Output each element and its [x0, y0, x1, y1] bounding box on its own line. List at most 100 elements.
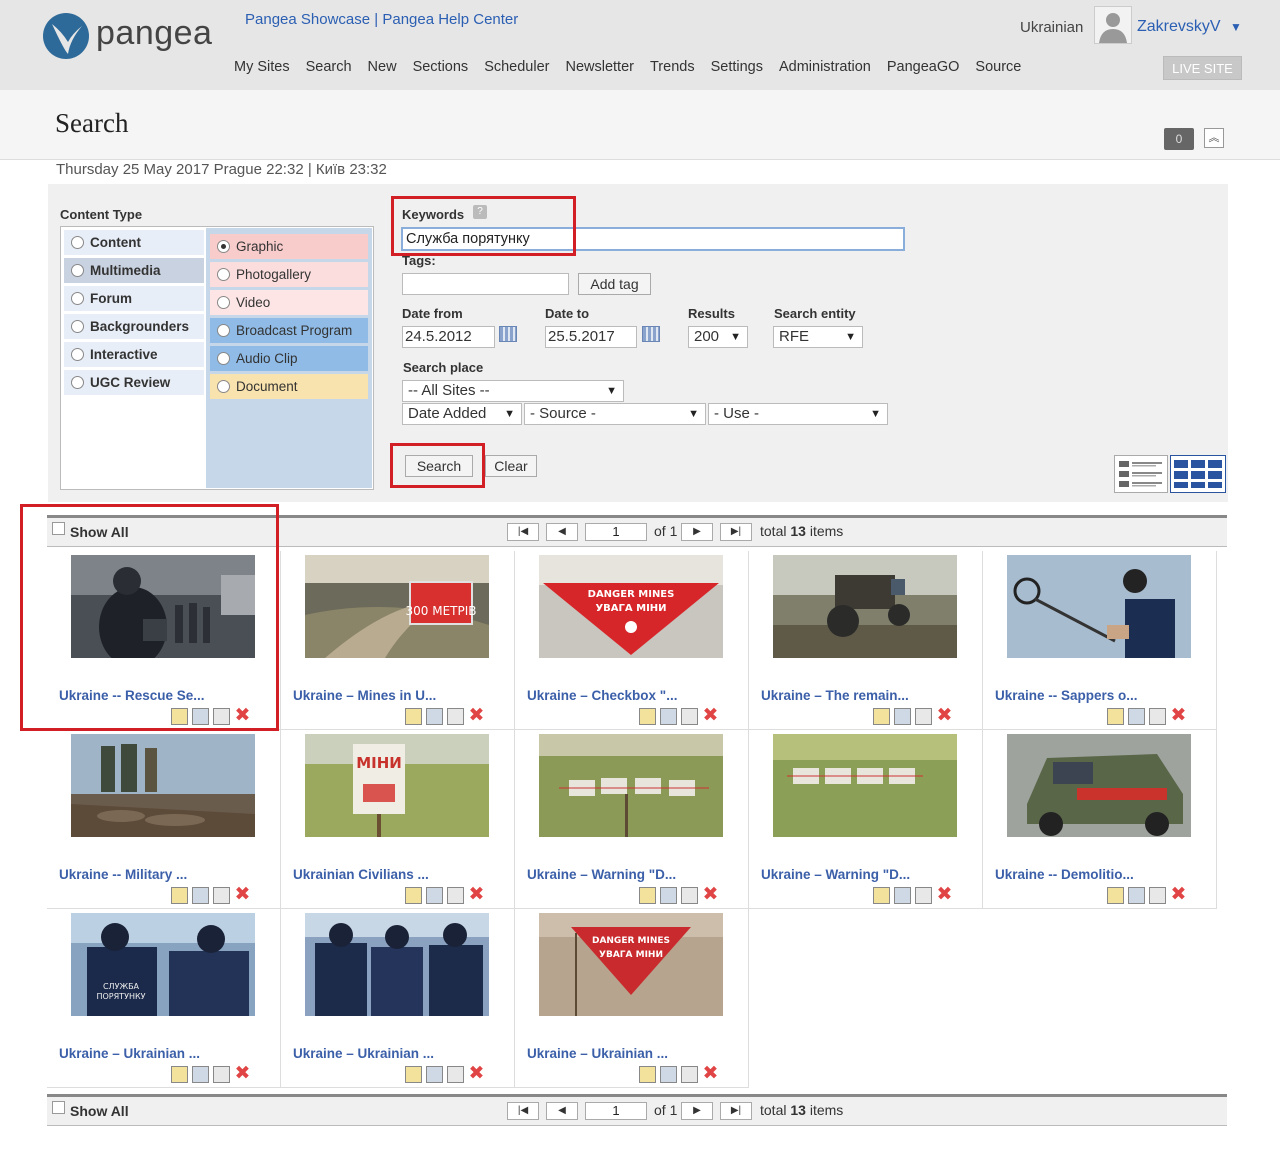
- nav-settings[interactable]: Settings: [711, 59, 763, 75]
- source-select[interactable]: - Source - ▼: [524, 403, 706, 425]
- preview-icon[interactable]: [192, 1066, 209, 1083]
- date-from-input[interactable]: 24.5.2012: [402, 326, 495, 348]
- language-selector[interactable]: Ukrainian: [1020, 19, 1083, 36]
- list-view-icon[interactable]: [1114, 455, 1168, 493]
- delete-icon[interactable]: ✖: [234, 885, 251, 904]
- grid-view-icon[interactable]: [1170, 455, 1226, 493]
- result-title[interactable]: Ukraine -- Sappers o...: [995, 688, 1138, 703]
- username[interactable]: ZakrevskyV: [1137, 18, 1221, 36]
- delete-icon[interactable]: ✖: [702, 706, 719, 725]
- result-thumbnail[interactable]: [305, 913, 489, 1016]
- history-icon[interactable]: [1149, 887, 1166, 904]
- result-thumbnail[interactable]: [539, 734, 723, 837]
- nav-search[interactable]: Search: [306, 59, 352, 75]
- result-card[interactable]: Ukraine – Warning "D... ✖: [515, 730, 749, 909]
- avatar[interactable]: [1094, 6, 1132, 44]
- result-card[interactable]: МІНИ Ukrainian Civilians ... ✖: [281, 730, 515, 909]
- history-icon[interactable]: [447, 708, 464, 725]
- live-site-button[interactable]: LIVE SITE: [1163, 56, 1242, 80]
- prev-page-icon[interactable]: ◀: [546, 1102, 578, 1120]
- preview-icon[interactable]: [192, 887, 209, 904]
- edit-icon[interactable]: [171, 1066, 188, 1083]
- edit-icon[interactable]: [1107, 708, 1124, 725]
- result-title[interactable]: Ukraine -- Demolitio...: [995, 867, 1134, 882]
- first-page-icon[interactable]: |◀: [507, 523, 539, 541]
- result-thumbnail[interactable]: [773, 555, 957, 658]
- counter-badge[interactable]: 0: [1164, 128, 1194, 150]
- page-input[interactable]: 1: [585, 523, 647, 541]
- calendar-icon[interactable]: [499, 326, 517, 342]
- nav-source[interactable]: Source: [975, 59, 1021, 75]
- delete-icon[interactable]: ✖: [468, 706, 485, 725]
- tags-input[interactable]: [402, 273, 569, 295]
- result-card[interactable]: DANGER MINES УВАГА МІНИ Ukraine – Ukrainia…: [515, 909, 749, 1088]
- delete-icon[interactable]: ✖: [468, 1064, 485, 1083]
- edit-icon[interactable]: [639, 887, 656, 904]
- subtype-video[interactable]: Video: [210, 290, 368, 315]
- first-page-icon[interactable]: |◀: [507, 1102, 539, 1120]
- history-icon[interactable]: [447, 887, 464, 904]
- result-thumbnail[interactable]: [773, 734, 957, 837]
- nav-trends[interactable]: Trends: [650, 59, 695, 75]
- history-icon[interactable]: [213, 1066, 230, 1083]
- preview-icon[interactable]: [660, 708, 677, 725]
- result-title[interactable]: Ukraine – Mines in U...: [293, 688, 436, 703]
- content-type-ugc-review[interactable]: UGC Review: [64, 370, 204, 395]
- content-type-backgrounders[interactable]: Backgrounders: [64, 314, 204, 339]
- result-card[interactable]: DANGER MINES УВАГА МІНИ Ukraine – Checkbox…: [515, 551, 749, 730]
- edit-icon[interactable]: [405, 1066, 422, 1083]
- edit-icon[interactable]: [1107, 887, 1124, 904]
- result-thumbnail[interactable]: МІНИ: [305, 734, 489, 837]
- pangea-help-center-link[interactable]: Pangea Help Center: [382, 11, 518, 28]
- delete-icon[interactable]: ✖: [468, 885, 485, 904]
- use-select[interactable]: - Use - ▼: [708, 403, 888, 425]
- preview-icon[interactable]: [426, 887, 443, 904]
- result-title[interactable]: Ukraine – Ukrainian ...: [293, 1046, 434, 1061]
- pangea-showcase-link[interactable]: Pangea Showcase: [245, 11, 370, 28]
- history-icon[interactable]: [681, 1066, 698, 1083]
- result-title[interactable]: Ukraine – Ukrainian ...: [527, 1046, 668, 1061]
- edit-icon[interactable]: [405, 887, 422, 904]
- delete-icon[interactable]: ✖: [702, 885, 719, 904]
- result-thumbnail[interactable]: СЛУЖБА ПОРЯТУНКУ: [71, 913, 255, 1016]
- content-type-interactive[interactable]: Interactive: [64, 342, 204, 367]
- result-thumbnail[interactable]: [1007, 734, 1191, 837]
- delete-icon[interactable]: ✖: [702, 1064, 719, 1083]
- next-page-icon[interactable]: ▶: [681, 523, 713, 541]
- edit-icon[interactable]: [171, 887, 188, 904]
- history-icon[interactable]: [681, 708, 698, 725]
- nav-new[interactable]: New: [368, 59, 397, 75]
- edit-icon[interactable]: [873, 708, 890, 725]
- history-icon[interactable]: [447, 1066, 464, 1083]
- nav-sections[interactable]: Sections: [413, 59, 469, 75]
- nav-newsletter[interactable]: Newsletter: [565, 59, 634, 75]
- chevron-down-icon[interactable]: ▼: [1230, 20, 1242, 34]
- preview-icon[interactable]: [894, 887, 911, 904]
- delete-icon[interactable]: ✖: [936, 706, 953, 725]
- subtype-photogallery[interactable]: Photogallery: [210, 262, 368, 287]
- result-card[interactable]: Ukraine – Ukrainian ... ✖: [281, 909, 515, 1088]
- subtype-document[interactable]: Document: [210, 374, 368, 399]
- content-type-multimedia[interactable]: Multimedia: [64, 258, 204, 283]
- edit-icon[interactable]: [639, 708, 656, 725]
- result-thumbnail[interactable]: DANGER MINES УВАГА МІНИ: [539, 555, 723, 658]
- history-icon[interactable]: [915, 887, 932, 904]
- result-card[interactable]: Ukraine -- Sappers o... ✖: [983, 551, 1217, 730]
- edit-icon[interactable]: [405, 708, 422, 725]
- last-page-icon[interactable]: ▶|: [720, 523, 752, 541]
- result-card[interactable]: Ukraine – The remain... ✖: [749, 551, 983, 730]
- nav-my-sites[interactable]: My Sites: [234, 59, 290, 75]
- preview-icon[interactable]: [894, 708, 911, 725]
- sort-select[interactable]: Date Added ▼: [402, 403, 522, 425]
- nav-scheduler[interactable]: Scheduler: [484, 59, 549, 75]
- result-title[interactable]: Ukraine – Warning "D...: [761, 867, 910, 882]
- nav-pangeago[interactable]: PangeaGO: [887, 59, 960, 75]
- calendar-icon[interactable]: [642, 326, 660, 342]
- content-type-forum[interactable]: Forum: [64, 286, 204, 311]
- last-page-icon[interactable]: ▶|: [720, 1102, 752, 1120]
- add-tag-button[interactable]: Add tag: [578, 273, 651, 295]
- delete-icon[interactable]: ✖: [936, 885, 953, 904]
- result-thumbnail[interactable]: [71, 734, 255, 837]
- result-card[interactable]: 300 МЕТРІВ Ukraine – Mines in U... ✖: [281, 551, 515, 730]
- result-title[interactable]: Ukraine – Ukrainian ...: [59, 1046, 200, 1061]
